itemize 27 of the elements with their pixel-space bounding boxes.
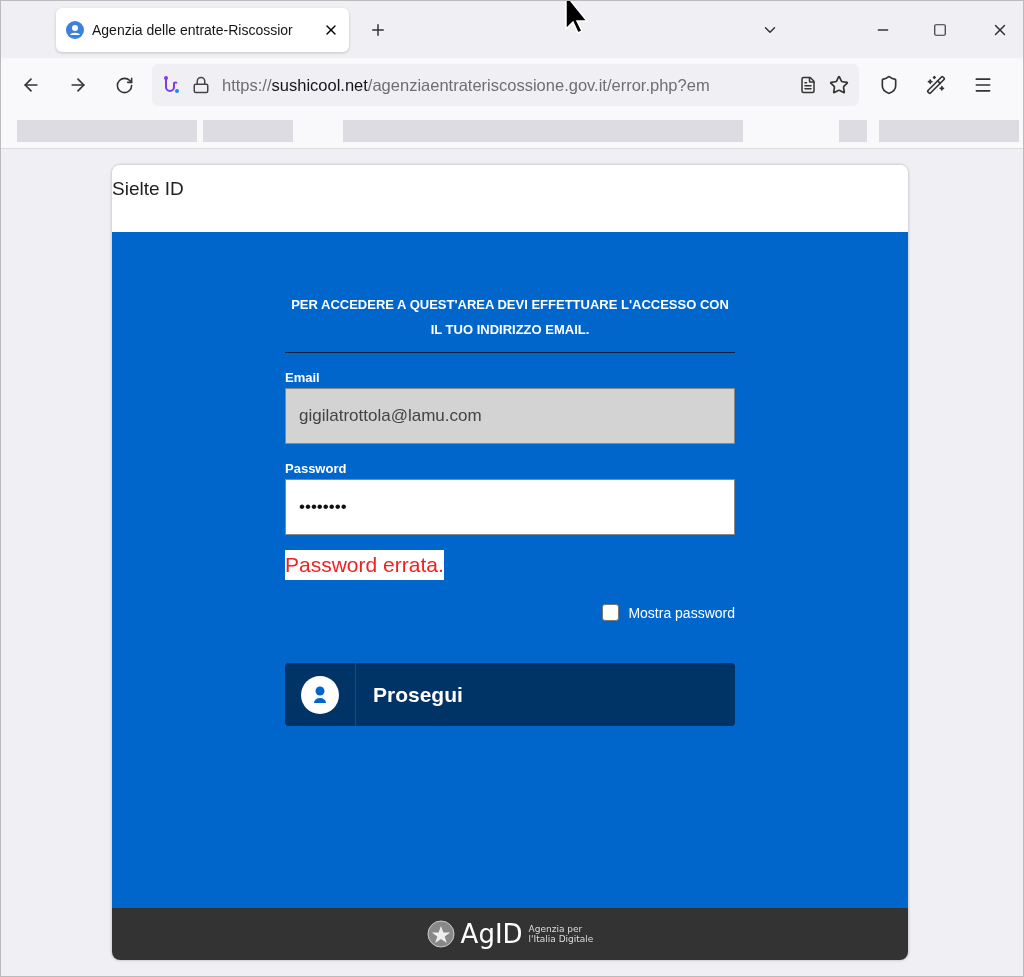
reader-view-icon[interactable] <box>799 76 817 94</box>
checkbox[interactable] <box>602 604 620 621</box>
user-icon <box>66 20 84 39</box>
checkbox-label: Mostra password <box>628 604 735 621</box>
route-icon[interactable] <box>162 75 180 95</box>
field-label: Password <box>285 461 348 476</box>
card-title: Sielte ID <box>112 178 184 200</box>
lock-icon[interactable] <box>192 76 210 94</box>
error-message: Password errata. <box>285 550 444 580</box>
menu-icon[interactable] <box>973 75 993 95</box>
reload-icon[interactable] <box>115 75 134 95</box>
input-field[interactable]: •••••••• <box>285 479 735 535</box>
user-icon <box>301 675 339 714</box>
login-instructions: PER ACCEDERE A QUEST'AREA DEVI EFFETTUARE L'ACCESSO CON IL TUO INDIRIZZO EMAIL. <box>285 292 735 353</box>
address-bar[interactable]: https://sushicool.net/agenziaentrateriscossione.gov.it/error.php?em <box>152 64 859 106</box>
field-label: Email <box>285 370 321 385</box>
emblem-icon <box>426 919 455 949</box>
shield-icon[interactable] <box>879 75 899 95</box>
continue-button[interactable]: Prosegui <box>285 663 735 726</box>
maximize-icon[interactable] <box>933 22 947 37</box>
cursor-icon <box>564 1 590 37</box>
logo-subtitle: Agenzia per l'Italia Digitale <box>528 924 594 944</box>
browser-tab[interactable]: Agenzia delle entrate-Riscossior <box>56 7 349 52</box>
url-text: https://sushicool.net/agenziaentrateriscossione.gov.it/error.php?em <box>222 75 711 95</box>
agid-logo: AgID <box>460 919 523 949</box>
tab-title: Agenzia delle entrate-Riscossior <box>92 21 294 38</box>
star-icon[interactable] <box>829 75 849 95</box>
